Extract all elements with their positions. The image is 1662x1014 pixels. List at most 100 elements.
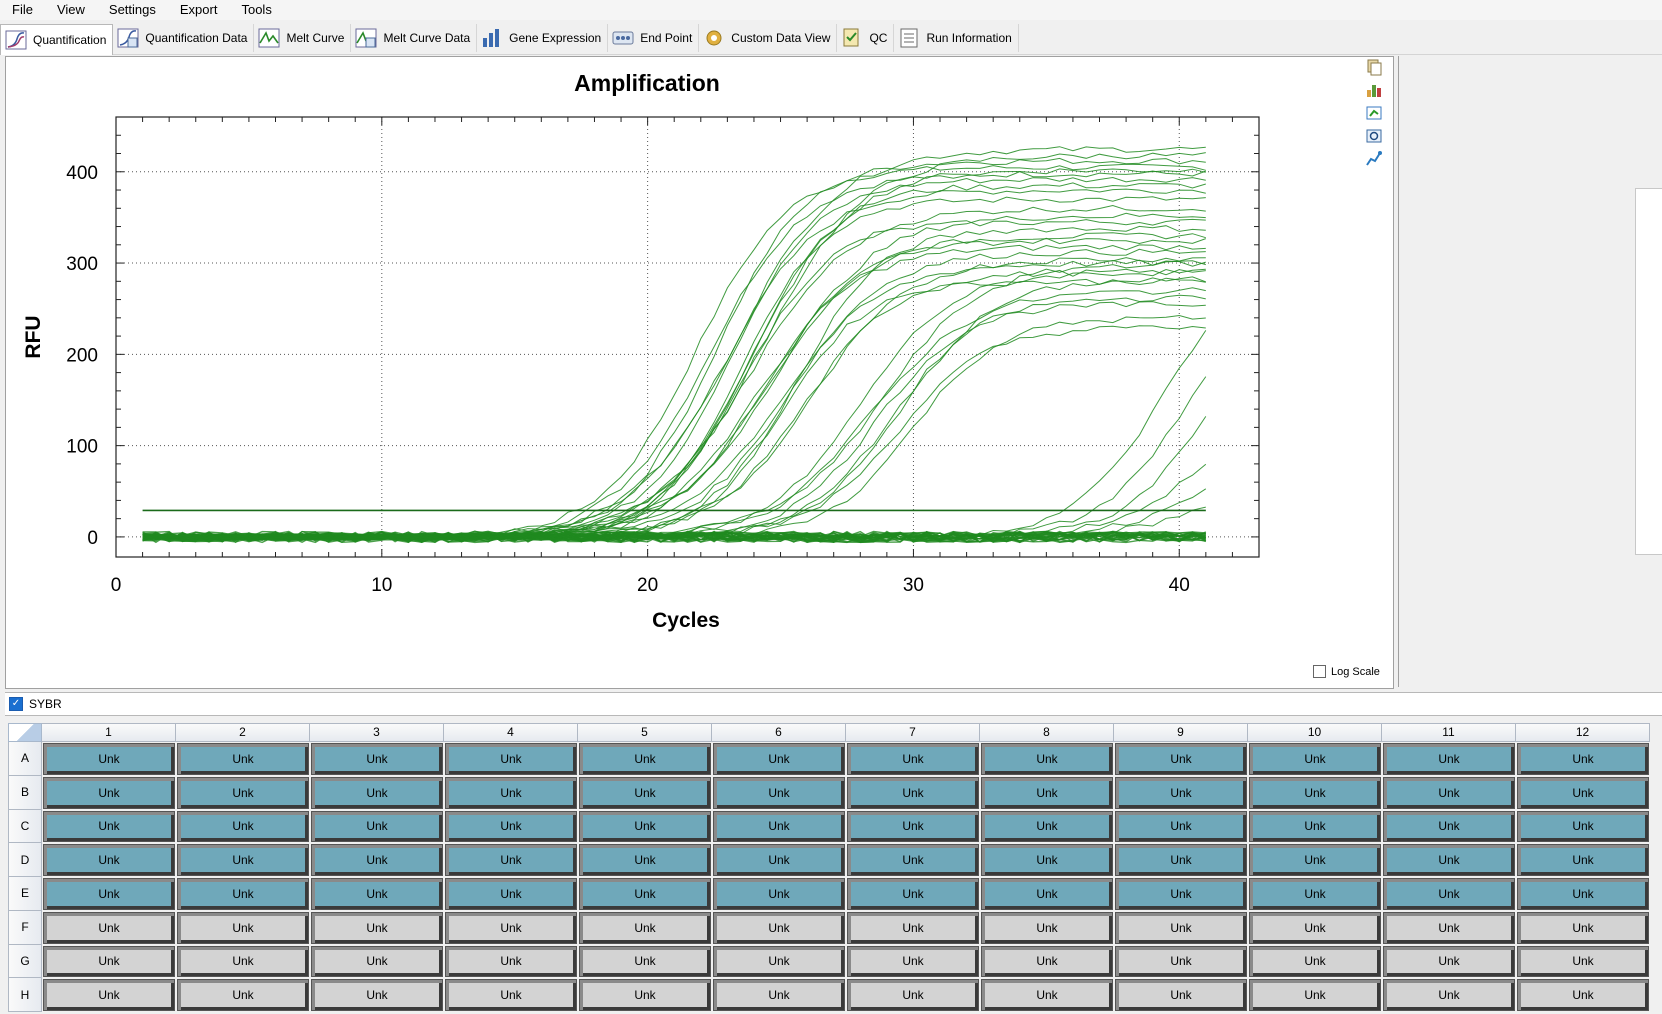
well-h6[interactable]: Unk xyxy=(713,979,845,1011)
well-g5[interactable]: Unk xyxy=(579,945,711,978)
well-c11[interactable]: Unk xyxy=(1383,810,1515,843)
well-e10[interactable]: Unk xyxy=(1249,878,1381,910)
well-h3[interactable]: Unk xyxy=(311,979,443,1011)
plate-column-header-5[interactable]: 5 xyxy=(578,723,712,742)
plate-column-header-1[interactable]: 1 xyxy=(42,723,176,742)
tab-quantification[interactable]: Quantification xyxy=(0,23,114,55)
well-c5[interactable]: Unk xyxy=(579,810,711,843)
well-c2[interactable]: Unk xyxy=(177,810,309,843)
well-d1[interactable]: Unk xyxy=(43,844,175,876)
well-f7[interactable]: Unk xyxy=(847,911,979,944)
plate-column-header-11[interactable]: 11 xyxy=(1382,723,1516,742)
well-c7[interactable]: Unk xyxy=(847,810,979,843)
well-g12[interactable]: Unk xyxy=(1517,945,1649,978)
plate-select-all[interactable] xyxy=(8,723,42,742)
well-e12[interactable]: Unk xyxy=(1517,878,1649,910)
tab-end-point[interactable]: End Point xyxy=(608,24,700,52)
well-h10[interactable]: Unk xyxy=(1249,979,1381,1011)
well-b7[interactable]: Unk xyxy=(847,776,979,809)
well-e6[interactable]: Unk xyxy=(713,878,845,910)
well-a2[interactable]: Unk xyxy=(177,743,309,775)
well-h2[interactable]: Unk xyxy=(177,979,309,1011)
well-e7[interactable]: Unk xyxy=(847,878,979,910)
well-c8[interactable]: Unk xyxy=(981,810,1113,843)
well-a5[interactable]: Unk xyxy=(579,743,711,775)
well-b2[interactable]: Unk xyxy=(177,776,309,809)
plate-column-header-2[interactable]: 2 xyxy=(176,723,310,742)
tab-melt-curve-data[interactable]: Melt Curve Data xyxy=(351,24,478,52)
well-g8[interactable]: Unk xyxy=(981,945,1113,978)
well-e3[interactable]: Unk xyxy=(311,878,443,910)
well-a3[interactable]: Unk xyxy=(311,743,443,775)
well-e11[interactable]: Unk xyxy=(1383,878,1515,910)
well-e1[interactable]: Unk xyxy=(43,878,175,910)
plate-row-header-e[interactable]: E xyxy=(8,877,42,911)
tab-run-information[interactable]: Run Information xyxy=(894,24,1019,52)
chart-options-icon[interactable] xyxy=(1365,81,1383,99)
well-a11[interactable]: Unk xyxy=(1383,743,1515,775)
well-d6[interactable]: Unk xyxy=(713,844,845,876)
well-e9[interactable]: Unk xyxy=(1115,878,1247,910)
well-e2[interactable]: Unk xyxy=(177,878,309,910)
plate-column-header-12[interactable]: 12 xyxy=(1516,723,1650,742)
well-h5[interactable]: Unk xyxy=(579,979,711,1011)
well-a6[interactable]: Unk xyxy=(713,743,845,775)
menu-settings[interactable]: Settings xyxy=(97,0,168,20)
well-c9[interactable]: Unk xyxy=(1115,810,1247,843)
plate-row-header-h[interactable]: H xyxy=(8,978,42,1012)
well-f2[interactable]: Unk xyxy=(177,911,309,944)
well-f9[interactable]: Unk xyxy=(1115,911,1247,944)
well-g2[interactable]: Unk xyxy=(177,945,309,978)
menu-tools[interactable]: Tools xyxy=(229,0,283,20)
plate-row-header-c[interactable]: C xyxy=(8,809,42,844)
well-f6[interactable]: Unk xyxy=(713,911,845,944)
well-f5[interactable]: Unk xyxy=(579,911,711,944)
well-g6[interactable]: Unk xyxy=(713,945,845,978)
well-d8[interactable]: Unk xyxy=(981,844,1113,876)
sybr-checkbox[interactable]: ✓ xyxy=(9,697,23,711)
well-b11[interactable]: Unk xyxy=(1383,776,1515,809)
well-d9[interactable]: Unk xyxy=(1115,844,1247,876)
well-b1[interactable]: Unk xyxy=(43,776,175,809)
well-d4[interactable]: Unk xyxy=(445,844,577,876)
tab-melt-curve[interactable]: Melt Curve xyxy=(254,24,352,52)
copy-icon[interactable] xyxy=(1365,58,1383,76)
well-d12[interactable]: Unk xyxy=(1517,844,1649,876)
plate-row-header-d[interactable]: D xyxy=(8,843,42,877)
well-f11[interactable]: Unk xyxy=(1383,911,1515,944)
well-h11[interactable]: Unk xyxy=(1383,979,1515,1011)
well-e4[interactable]: Unk xyxy=(445,878,577,910)
plate-row-header-b[interactable]: B xyxy=(8,775,42,810)
plate-row-header-f[interactable]: F xyxy=(8,910,42,945)
well-f1[interactable]: Unk xyxy=(43,911,175,944)
tab-gene-expression[interactable]: Gene Expression xyxy=(477,24,609,52)
well-a7[interactable]: Unk xyxy=(847,743,979,775)
menu-file[interactable]: File xyxy=(0,0,45,20)
well-e8[interactable]: Unk xyxy=(981,878,1113,910)
well-h9[interactable]: Unk xyxy=(1115,979,1247,1011)
well-c6[interactable]: Unk xyxy=(713,810,845,843)
plate-row-header-g[interactable]: G xyxy=(8,944,42,979)
zoom-chart-icon[interactable] xyxy=(1365,127,1383,145)
plate-column-header-6[interactable]: 6 xyxy=(712,723,846,742)
well-g9[interactable]: Unk xyxy=(1115,945,1247,978)
well-f3[interactable]: Unk xyxy=(311,911,443,944)
well-b6[interactable]: Unk xyxy=(713,776,845,809)
tab-qc[interactable]: QC xyxy=(837,24,895,52)
tab-custom-data-view[interactable]: Custom Data View xyxy=(699,24,838,52)
well-a8[interactable]: Unk xyxy=(981,743,1113,775)
well-g3[interactable]: Unk xyxy=(311,945,443,978)
log-scale-toggle[interactable]: Log Scale xyxy=(1313,665,1380,678)
export-chart-icon[interactable] xyxy=(1365,104,1383,122)
trace-style-icon[interactable] xyxy=(1365,150,1383,168)
well-b5[interactable]: Unk xyxy=(579,776,711,809)
well-a12[interactable]: Unk xyxy=(1517,743,1649,775)
plate-column-header-8[interactable]: 8 xyxy=(980,723,1114,742)
well-f4[interactable]: Unk xyxy=(445,911,577,944)
well-f10[interactable]: Unk xyxy=(1249,911,1381,944)
well-h1[interactable]: Unk xyxy=(43,979,175,1011)
plate-column-header-9[interactable]: 9 xyxy=(1114,723,1248,742)
log-scale-checkbox[interactable] xyxy=(1313,665,1326,678)
well-b10[interactable]: Unk xyxy=(1249,776,1381,809)
well-g11[interactable]: Unk xyxy=(1383,945,1515,978)
